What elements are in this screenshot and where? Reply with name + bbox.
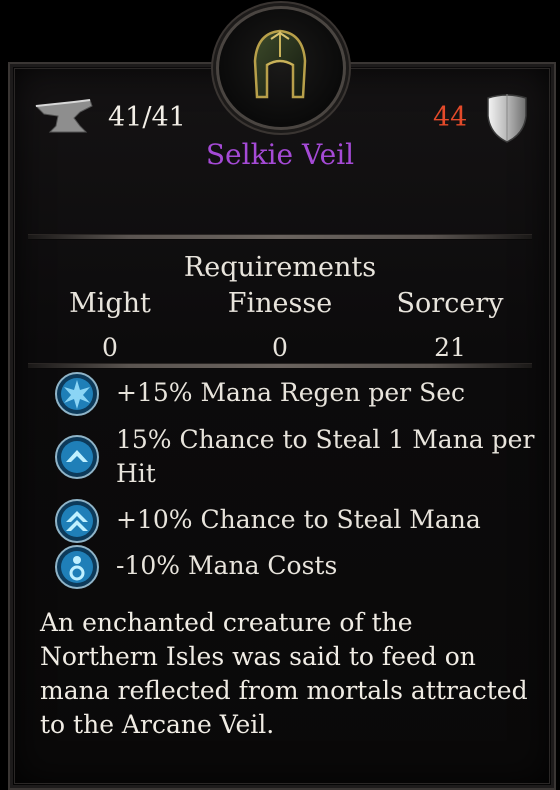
durability-value: 41/41: [108, 102, 186, 133]
requirements-title: Requirements: [183, 252, 377, 283]
armor-value: 44: [433, 102, 468, 133]
sorcery-label: Sorcery: [396, 288, 504, 319]
divider: [28, 363, 532, 369]
might-value: 0: [102, 333, 118, 362]
mana-regen-gem-icon: [55, 372, 99, 416]
affix-text: -10% Mana Costs: [116, 551, 338, 580]
anvil-icon: [34, 99, 93, 133]
finesse-value: 0: [272, 333, 288, 362]
chevron-gem-icon: [55, 435, 99, 479]
item-description: An enchanted creature of the Northern Is…: [40, 608, 528, 739]
sorcery-value: 21: [434, 333, 466, 362]
mana-cost-gem-icon: [55, 545, 99, 589]
affix-text: 15% Chance to Steal 1 Mana per Hit: [116, 425, 535, 488]
item-name: Selkie Veil: [205, 138, 355, 171]
shield-icon: [487, 94, 527, 143]
affix-text: +10% Chance to Steal Mana: [116, 505, 481, 534]
affix-text: +15% Mana Regen per Sec: [116, 378, 465, 407]
item-portrait-frame: [216, 6, 346, 130]
helmet-icon: [253, 29, 307, 99]
finesse-label: Finesse: [227, 288, 333, 319]
might-label: Might: [69, 288, 151, 319]
divider: [28, 234, 532, 240]
double-chevron-gem-icon: [55, 499, 99, 543]
